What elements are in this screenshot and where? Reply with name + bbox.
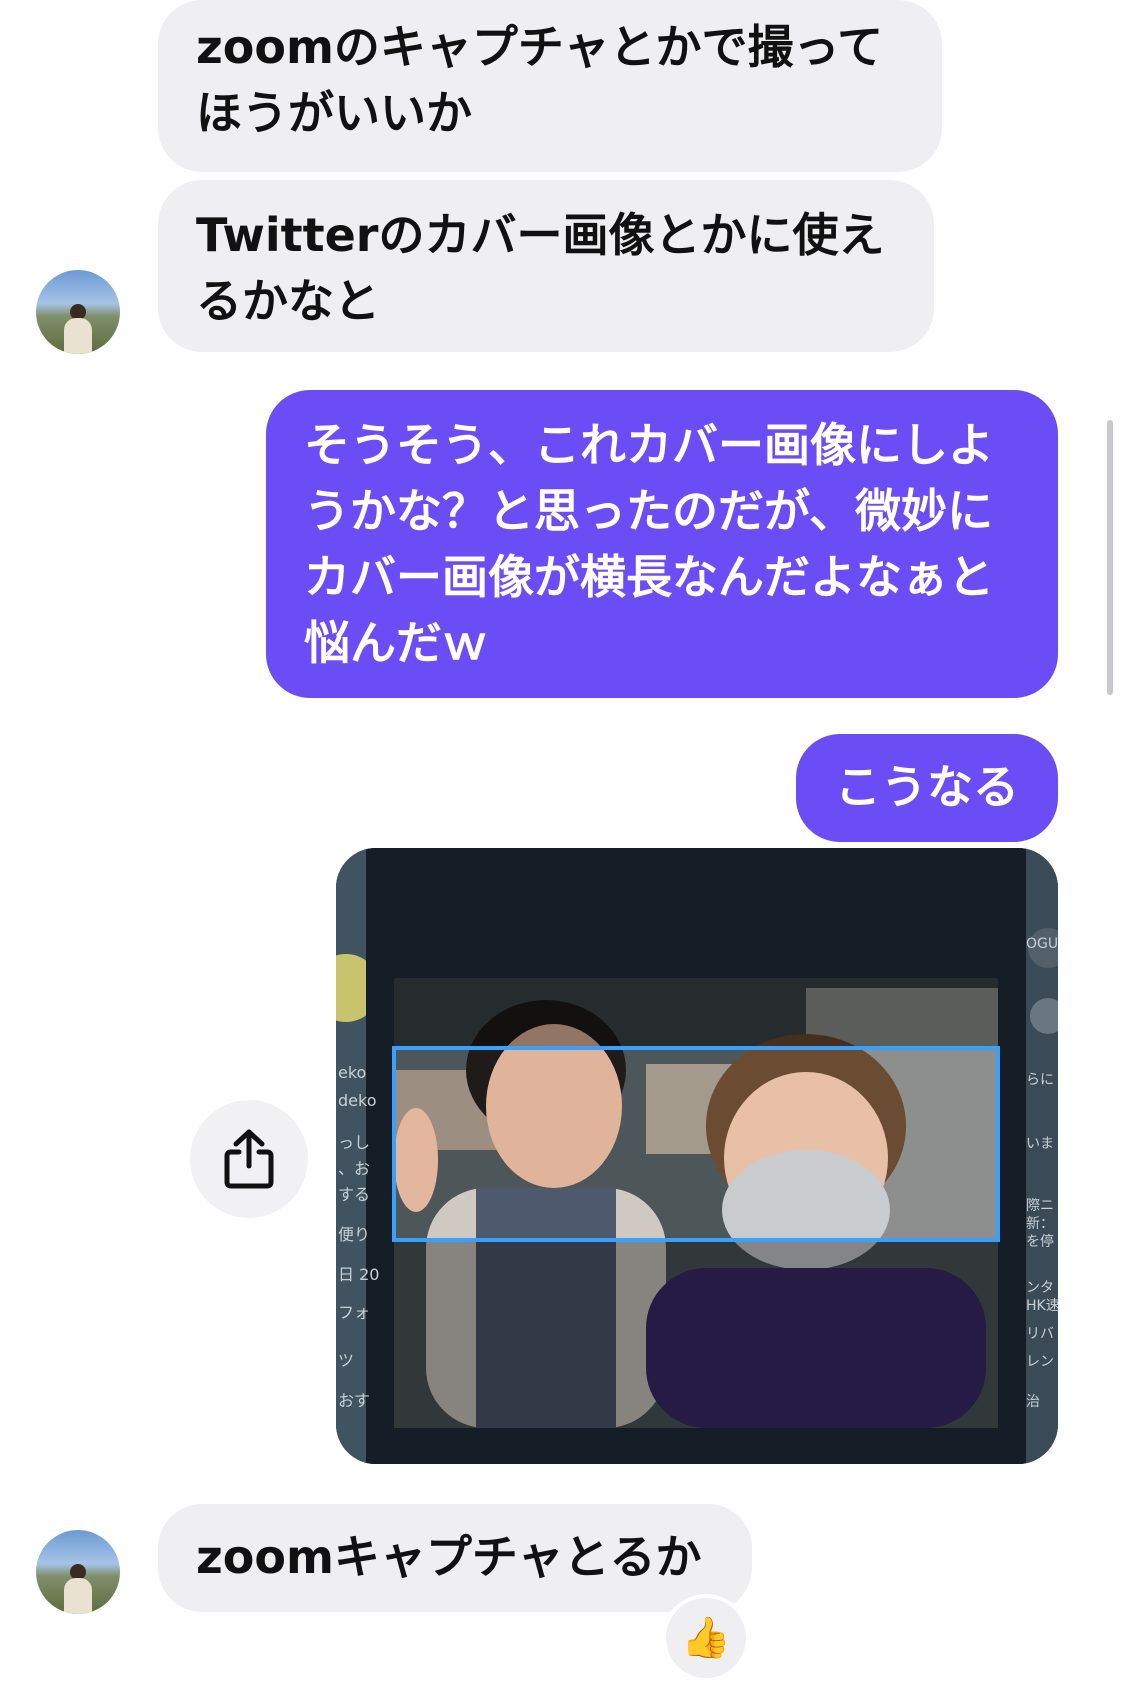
screenshot-image: eko deko っし、おする便り日 20 フォツおす OGUE らにいま際ニ新：を停ンタ… — [336, 848, 1058, 1464]
left-panel-text: eko — [338, 1063, 366, 1082]
left-panel-text: っし — [338, 1133, 370, 1152]
left-panel-text: する — [338, 1185, 370, 1204]
right-panel-text: OGUE — [1026, 936, 1058, 952]
outgoing-message[interactable]: そうそう、これカバー画像にしよ うかな？と思ったのだが、微妙に カバー画像が横長… — [266, 390, 1058, 698]
avatar-body — [64, 318, 92, 354]
right-panel-text: 新： — [1026, 1216, 1054, 1232]
right-panel-text: を停 — [1026, 1233, 1054, 1250]
right-panel-text: 治 — [1026, 1394, 1040, 1410]
left-panel-text: 、お — [338, 1159, 370, 1178]
avatar-body — [64, 1578, 92, 1614]
thumbs-up-icon: 👍 — [681, 1615, 731, 1661]
reaction-thumbs-up[interactable]: 👍 — [662, 1594, 750, 1682]
outgoing-message[interactable]: こうなる — [796, 734, 1058, 842]
scrollbar[interactable] — [1107, 420, 1113, 695]
avatar[interactable] — [36, 270, 120, 354]
right-panel-text: らに — [1026, 1072, 1054, 1088]
right-panel-text: 際ニ — [1026, 1198, 1054, 1214]
incoming-message[interactable]: zoomキャプチャとるか — [158, 1504, 752, 1612]
right-panel-text: ンタ — [1026, 1280, 1054, 1296]
image-attachment[interactable]: eko deko っし、おする便り日 20 フォツおす OGUE らにいま際ニ新：を停ンタ… — [336, 848, 1058, 1464]
share-button[interactable] — [190, 1100, 308, 1218]
incoming-message[interactable]: zoomのキャプチャとかで撮って ほうがいいか — [158, 0, 942, 172]
left-panel-text: 便り — [338, 1225, 370, 1244]
right-panel-text: HK速 — [1026, 1298, 1058, 1314]
right-panel-text: リバ — [1026, 1326, 1054, 1342]
incoming-message[interactable]: Twitterのカバー画像とかに使え るかなと — [158, 180, 934, 352]
left-panel-text: フォ — [338, 1303, 370, 1322]
left-panel-text: deko — [338, 1091, 376, 1110]
left-panel-text: おす — [338, 1391, 370, 1410]
left-panel-text: 日 20 — [338, 1265, 379, 1284]
share-icon — [224, 1129, 274, 1189]
right-panel-text: いま — [1026, 1136, 1054, 1152]
right-panel-text: レン — [1026, 1354, 1054, 1370]
avatar[interactable] — [36, 1530, 120, 1614]
left-panel-text: ツ — [338, 1351, 354, 1370]
